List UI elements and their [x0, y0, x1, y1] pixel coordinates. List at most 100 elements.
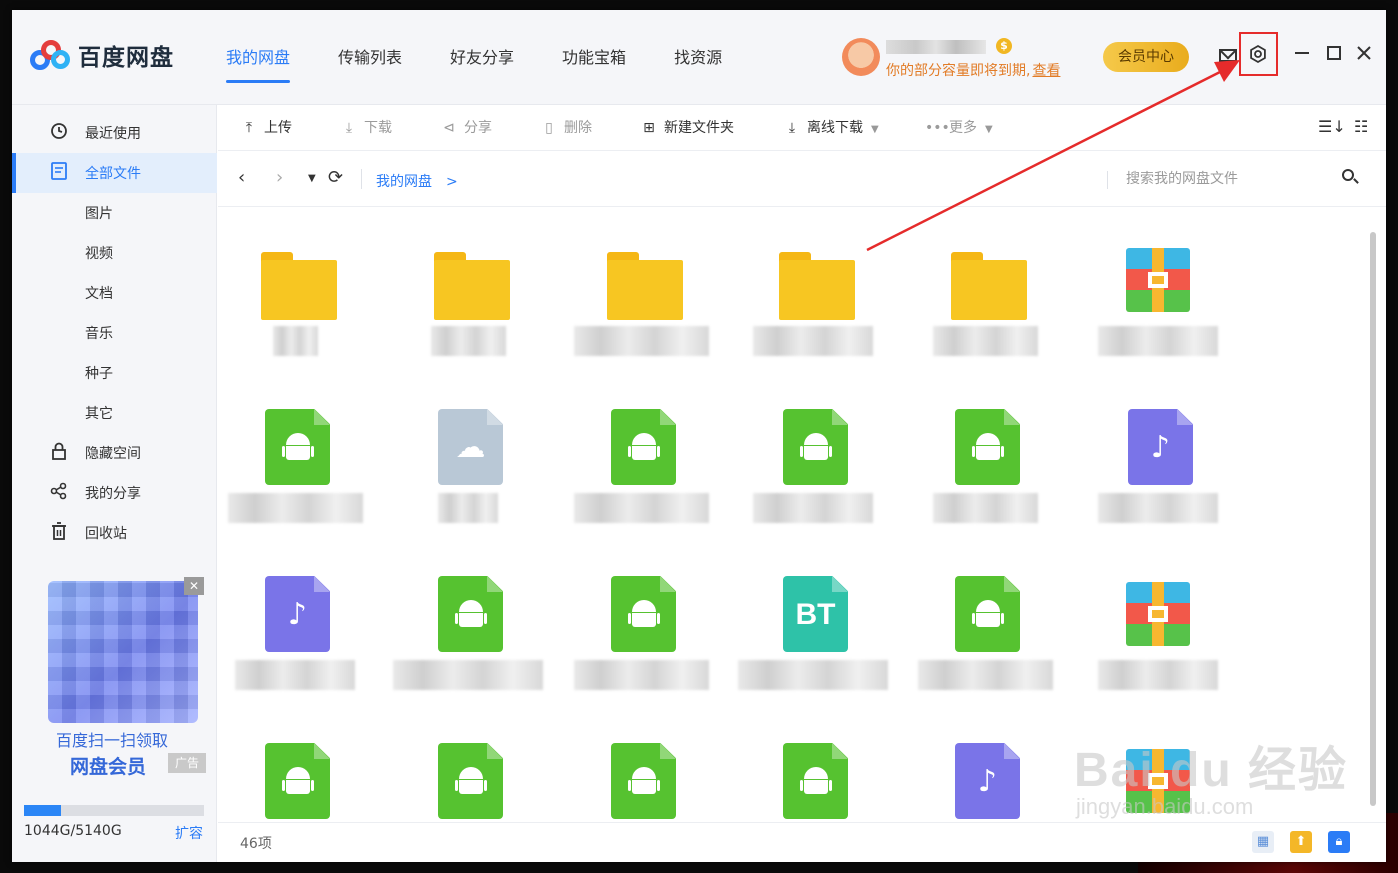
sidebar-item-hidden-space[interactable]: 隐藏空间: [12, 433, 217, 473]
back-arrow-icon[interactable]: ‹: [238, 167, 245, 188]
upload-arrow-icon[interactable]: ⬆: [1290, 831, 1312, 853]
address-bar: ‹ › ▼ ⟳ 我的网盘 >: [218, 151, 1386, 207]
ad-image-pixelated[interactable]: [48, 581, 198, 723]
file-item[interactable]: [1083, 568, 1233, 718]
file-item[interactable]: [910, 401, 1060, 551]
file-item[interactable]: [220, 735, 370, 820]
list-view-icon[interactable]: ☷: [1354, 117, 1368, 136]
close-icon[interactable]: [1352, 44, 1376, 68]
sidebar-item-my-shares[interactable]: 我的分享: [12, 473, 217, 513]
android-apk-icon: [603, 576, 679, 652]
file-item[interactable]: ☁: [393, 401, 543, 551]
vip-coin-icon: $: [996, 38, 1012, 54]
tab-find-resources[interactable]: 找资源: [674, 44, 722, 68]
history-dropdown-icon[interactable]: ▼: [308, 173, 316, 184]
scrollbar-thumb[interactable]: [1370, 232, 1376, 806]
maximize-icon[interactable]: [1322, 44, 1346, 68]
tab-feature-box[interactable]: 功能宝箱: [562, 44, 626, 68]
file-name-blurred: [932, 493, 1038, 523]
capacity-view-link[interactable]: 查看: [1032, 63, 1060, 79]
vip-center-button[interactable]: 会员中心: [1103, 42, 1189, 72]
forward-arrow-icon[interactable]: ›: [276, 167, 283, 188]
cloud-file-icon: ☁: [430, 409, 506, 485]
sidebar-item-recent[interactable]: 最近使用: [12, 113, 217, 153]
delete-button[interactable]: ▯ 删除: [540, 117, 592, 137]
lock-icon[interactable]: 🔒︎: [1328, 831, 1350, 853]
file-item[interactable]: [738, 234, 888, 384]
file-item[interactable]: [393, 568, 543, 718]
file-item[interactable]: [910, 568, 1060, 718]
download-icon: ⤓: [345, 120, 353, 136]
file-item[interactable]: [1083, 234, 1233, 384]
more-button[interactable]: •••更多 ▼: [925, 117, 993, 137]
file-toolbar: ⤒ 上传 ⤓ 下载 ⊲ 分享 ▯ 删除 ⊞ 新建文件夹 ⤓ 离线下载 ▼ •••更多 ▼ ☰↓ …: [218, 105, 1386, 151]
file-item[interactable]: ♪: [910, 735, 1060, 820]
download-button[interactable]: ⤓ 下载: [340, 117, 392, 137]
file-grid: ☁ ♪ ♪ BT ♪: [218, 208, 1368, 820]
file-item[interactable]: [393, 234, 543, 384]
file-item[interactable]: [393, 735, 543, 820]
file-item[interactable]: [566, 401, 716, 551]
ad-close-icon[interactable]: ✕: [184, 577, 204, 595]
tab-friend-share[interactable]: 好友分享: [450, 44, 514, 68]
mail-icon[interactable]: [1216, 44, 1240, 68]
new-folder-button[interactable]: ⊞ 新建文件夹: [640, 117, 734, 137]
new-folder-icon: ⊞: [643, 120, 655, 136]
breadcrumb-root[interactable]: 我的网盘: [376, 174, 432, 190]
file-name-blurred: [235, 660, 355, 690]
capacity-notice-text: 你的部分容量即将到期,: [886, 63, 1031, 79]
torrent-file-icon: BT: [775, 576, 851, 652]
share-button[interactable]: ⊲ 分享: [440, 117, 492, 137]
sidebar-item-all-files[interactable]: 全部文件: [12, 153, 217, 193]
file-item[interactable]: [566, 234, 716, 384]
tab-my-netdisk[interactable]: 我的网盘: [226, 44, 291, 83]
sidebar-ad[interactable]: ✕ 百度扫一扫领取 网盘会员 广告: [32, 577, 207, 778]
file-name-blurred: [753, 493, 873, 523]
folder-icon: [257, 242, 337, 320]
title-bar: 百度网盘 我的网盘 传输列表 好友分享 功能宝箱 找资源 $ 你的部分容量即将到…: [12, 10, 1386, 105]
file-item[interactable]: BT: [738, 568, 888, 718]
tab-transfer-list[interactable]: 传输列表: [338, 44, 402, 68]
sidebar-item-label: 全部文件: [85, 166, 141, 182]
file-item[interactable]: ♪: [220, 568, 370, 718]
search-input[interactable]: [1126, 167, 1326, 191]
file-name-blurred: [917, 660, 1053, 690]
app-logo: 百度网盘: [30, 38, 174, 72]
sidebar-item-pictures[interactable]: 图片: [12, 193, 217, 233]
file-name-blurred: [573, 493, 709, 523]
username-blurred[interactable]: [886, 40, 986, 54]
sidebar-item-label: 种子: [85, 366, 113, 382]
sidebar-item-torrents[interactable]: 种子: [12, 353, 217, 393]
trash-icon: ▯: [545, 120, 553, 136]
file-item[interactable]: [566, 735, 716, 820]
offline-download-button[interactable]: ⤓ 离线下载 ▼: [783, 117, 879, 137]
sort-icon[interactable]: ☰↓: [1318, 117, 1346, 136]
file-item[interactable]: [738, 735, 888, 820]
apps-grid-icon[interactable]: ▦: [1252, 831, 1274, 853]
baidu-jingyan-watermark: Bai du 经验 jingyan.baidu.com: [1074, 730, 1348, 820]
file-item[interactable]: [910, 234, 1060, 384]
file-name-blurred: [393, 660, 543, 690]
upload-button[interactable]: ⤒ 上传: [240, 117, 292, 137]
file-item[interactable]: [220, 401, 370, 551]
avatar[interactable]: [842, 38, 880, 76]
more-dots-icon: •••: [925, 120, 950, 136]
sidebar-item-videos[interactable]: 视频: [12, 233, 217, 273]
ad-text-line1: 百度扫一扫领取: [56, 731, 169, 750]
sidebar-item-documents[interactable]: 文档: [12, 273, 217, 313]
file-item[interactable]: ♪: [1083, 401, 1233, 551]
sidebar-item-other[interactable]: 其它: [12, 393, 217, 433]
minimize-icon[interactable]: [1290, 44, 1314, 68]
sidebar-item-label: 最近使用: [85, 126, 141, 142]
sidebar-item-recycle-bin[interactable]: 回收站: [12, 513, 217, 553]
search-icon[interactable]: [1340, 167, 1360, 187]
file-item[interactable]: [220, 234, 370, 384]
file-item[interactable]: [738, 401, 888, 551]
file-item[interactable]: [566, 568, 716, 718]
user-area: $ 你的部分容量即将到期, 查看: [842, 32, 1092, 79]
expand-storage-link[interactable]: 扩容: [175, 823, 203, 843]
refresh-icon[interactable]: ⟳: [328, 167, 343, 188]
scrollbar[interactable]: [1368, 226, 1378, 818]
folder-icon: [603, 242, 683, 320]
sidebar-item-music[interactable]: 音乐: [12, 313, 217, 353]
